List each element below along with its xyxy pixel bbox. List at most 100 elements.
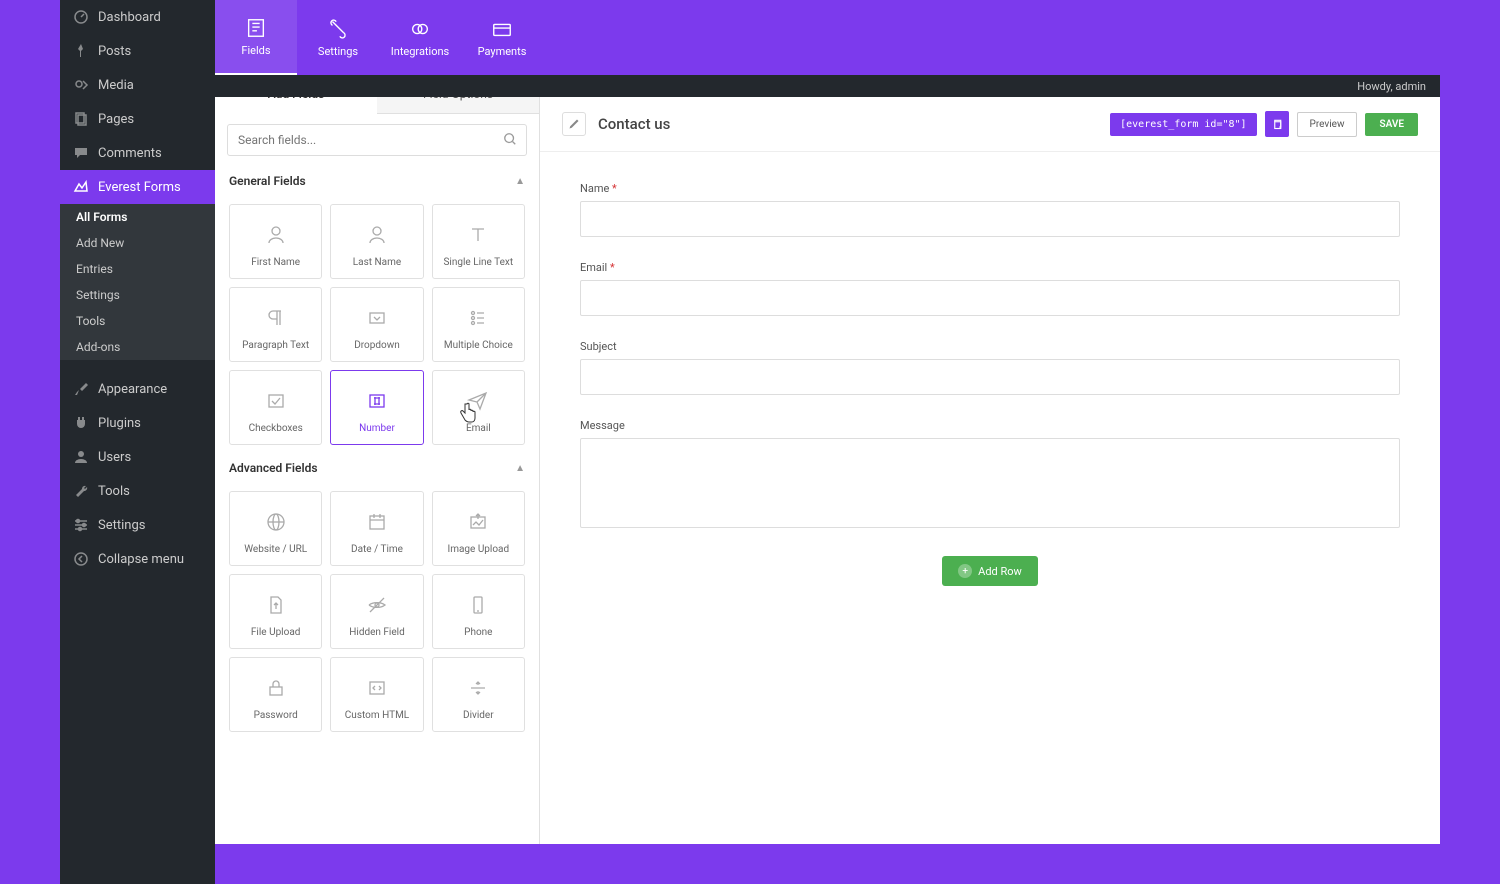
person-icon: [264, 221, 288, 249]
sidebar-item-settings[interactable]: Settings: [60, 508, 215, 542]
field-password[interactable]: Password: [229, 657, 322, 732]
field-date[interactable]: Date / Time: [330, 491, 423, 566]
top-tab-fields[interactable]: Fields: [215, 0, 297, 75]
top-tab-payments[interactable]: Payments: [461, 0, 543, 75]
form-title[interactable]: Contact us: [598, 115, 670, 133]
field-first-name[interactable]: First Name: [229, 204, 322, 279]
divider-icon: [466, 674, 490, 702]
top-tab-settings[interactable]: Settings: [297, 0, 379, 75]
sidebar-item-label: Settings: [98, 518, 145, 533]
top-tab-label: Integrations: [391, 45, 449, 58]
field-label: Paragraph Text: [242, 340, 309, 351]
sidebar-item-label: Everest Forms: [98, 180, 181, 195]
field-custom-html[interactable]: Custom HTML: [330, 657, 423, 732]
general-fields-header[interactable]: General Fields ▲: [215, 166, 539, 196]
sidebar-item-posts[interactable]: Posts: [60, 34, 215, 68]
submenu-settings[interactable]: Settings: [60, 282, 215, 308]
section-title: Advanced Fields: [229, 461, 318, 475]
field-label: File Upload: [251, 627, 301, 638]
field-label: Subject: [580, 340, 1400, 353]
wrench-icon: [72, 482, 90, 500]
section-title: General Fields: [229, 174, 306, 188]
field-multiple-choice[interactable]: Multiple Choice: [432, 287, 525, 362]
field-label: Multiple Choice: [444, 340, 513, 351]
field-image-upload[interactable]: Image Upload: [432, 491, 525, 566]
sidebar-item-dashboard[interactable]: Dashboard: [60, 0, 215, 34]
submenu-entries[interactable]: Entries: [60, 256, 215, 282]
add-row-button[interactable]: + Add Row: [942, 556, 1038, 586]
form-field-subject[interactable]: Subject: [580, 340, 1400, 395]
field-label: Divider: [463, 710, 494, 721]
submenu-add-new[interactable]: Add New: [60, 230, 215, 256]
field-number[interactable]: Number: [330, 370, 423, 445]
field-label: Website / URL: [244, 544, 307, 555]
field-file-upload[interactable]: File Upload: [229, 574, 322, 649]
save-button[interactable]: SAVE: [1365, 113, 1418, 136]
field-label: Dropdown: [354, 340, 400, 351]
form-field-name[interactable]: Name *: [580, 182, 1400, 237]
collapse-icon: [72, 550, 90, 568]
form-preview-area: Name * Email * Subject Message + A: [540, 152, 1440, 844]
top-tab-label: Fields: [241, 44, 270, 57]
users-icon: [72, 448, 90, 466]
sidebar-item-label: Tools: [98, 484, 130, 499]
sidebar-item-comments[interactable]: Comments: [60, 136, 215, 170]
builder-body: Howdy, admin Add Fields Field Options Ge…: [215, 75, 1440, 844]
email-input[interactable]: [580, 280, 1400, 316]
field-label: Checkboxes: [249, 423, 303, 434]
field-divider[interactable]: Divider: [432, 657, 525, 732]
form-field-message[interactable]: Message: [580, 419, 1400, 532]
sidebar-item-plugins[interactable]: Plugins: [60, 406, 215, 440]
field-last-name[interactable]: Last Name: [330, 204, 423, 279]
sidebar-item-appearance[interactable]: Appearance: [60, 372, 215, 406]
sidebar-item-label: Users: [98, 450, 131, 465]
message-textarea[interactable]: [580, 438, 1400, 528]
sidebar-item-media[interactable]: Media: [60, 68, 215, 102]
field-single-line[interactable]: Single Line Text: [432, 204, 525, 279]
eye-slash-icon: [365, 591, 389, 619]
field-label: Single Line Text: [443, 257, 513, 268]
field-paragraph[interactable]: Paragraph Text: [229, 287, 322, 362]
subject-input[interactable]: [580, 359, 1400, 395]
field-url[interactable]: Website / URL: [229, 491, 322, 566]
field-hidden[interactable]: Hidden Field: [330, 574, 423, 649]
field-label: Password: [254, 710, 298, 721]
field-label: Message: [580, 419, 1400, 432]
submenu-tools[interactable]: Tools: [60, 308, 215, 334]
top-tab-label: Settings: [318, 45, 358, 58]
submenu-all-forms[interactable]: All Forms: [60, 204, 215, 230]
search-fields-input[interactable]: [227, 124, 527, 156]
sidebar-item-collapse[interactable]: Collapse menu: [60, 542, 215, 576]
settings-icon: [326, 17, 350, 41]
form-field-email[interactable]: Email *: [580, 261, 1400, 316]
pencil-icon[interactable]: [562, 112, 586, 136]
sidebar-item-pages[interactable]: Pages: [60, 102, 215, 136]
top-tab-integrations[interactable]: Integrations: [379, 0, 461, 75]
paper-plane-icon: [466, 387, 490, 415]
field-label: Email *: [580, 261, 1400, 274]
comment-icon: [72, 144, 90, 162]
add-row-label: Add Row: [978, 565, 1022, 578]
image-upload-icon: [466, 508, 490, 536]
field-checkboxes[interactable]: Checkboxes: [229, 370, 322, 445]
sidebar-item-label: Pages: [98, 112, 134, 127]
field-label: Image Upload: [448, 544, 510, 555]
preview-button[interactable]: Preview: [1297, 112, 1358, 137]
search-icon: [503, 132, 517, 146]
field-label: Hidden Field: [349, 627, 404, 638]
copy-shortcode-button[interactable]: [1265, 111, 1289, 137]
sidebar-item-users[interactable]: Users: [60, 440, 215, 474]
name-input[interactable]: [580, 201, 1400, 237]
submenu-addons[interactable]: Add-ons: [60, 334, 215, 360]
field-email[interactable]: Email: [432, 370, 525, 445]
sidebar-item-everest-forms[interactable]: Everest Forms: [60, 170, 215, 204]
plug-icon: [72, 414, 90, 432]
advanced-fields-header[interactable]: Advanced Fields ▲: [215, 453, 539, 483]
field-phone[interactable]: Phone: [432, 574, 525, 649]
lock-icon: [264, 674, 288, 702]
sidebar-item-tools[interactable]: Tools: [60, 474, 215, 508]
field-dropdown[interactable]: Dropdown: [330, 287, 423, 362]
radio-list-icon: [466, 304, 490, 332]
field-label: Phone: [464, 627, 492, 638]
pin-icon: [72, 42, 90, 60]
